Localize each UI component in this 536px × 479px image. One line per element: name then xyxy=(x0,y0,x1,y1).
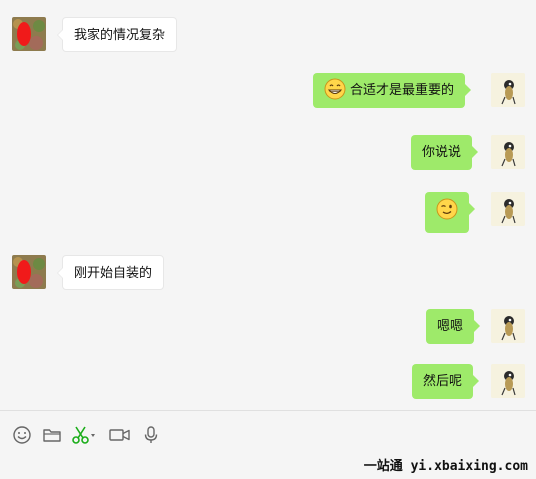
scissors-icon[interactable] xyxy=(70,424,98,446)
input-toolbar xyxy=(0,410,536,458)
self-avatar[interactable] xyxy=(491,135,525,169)
message-bubble-outgoing[interactable]: 嗯嗯 xyxy=(426,309,481,344)
message-bubble-outgoing[interactable]: 然后呢 xyxy=(412,364,480,399)
contact-avatar[interactable] xyxy=(12,17,46,51)
message-bubble-incoming[interactable]: 刚开始自装的 xyxy=(56,255,165,290)
self-avatar[interactable] xyxy=(491,192,525,226)
self-avatar[interactable] xyxy=(491,309,525,343)
message-text: 然后呢 xyxy=(423,374,463,389)
watermark-text: 一站通 yi.xbaixing.com xyxy=(363,459,528,474)
message-bubble-outgoing[interactable]: 合适才是最重要的 xyxy=(313,73,472,108)
self-avatar[interactable] xyxy=(491,73,525,107)
message-text: 你说说 xyxy=(422,145,462,160)
message-text: 嗯嗯 xyxy=(437,319,464,334)
message-text: 我家的情况复杂 xyxy=(74,28,166,43)
microphone-icon[interactable] xyxy=(140,424,162,446)
grinning-face-icon xyxy=(324,78,346,100)
winking-face-icon xyxy=(436,198,458,220)
message-text: 合适才是最重要的 xyxy=(350,83,455,98)
contact-avatar[interactable] xyxy=(12,255,46,289)
message-bubble-outgoing[interactable] xyxy=(425,192,475,233)
message-bubble-incoming[interactable]: 我家的情况复杂 xyxy=(56,17,178,52)
message-bubble-outgoing[interactable]: 你说说 xyxy=(411,135,479,170)
self-avatar[interactable] xyxy=(491,364,525,398)
emoji-icon[interactable] xyxy=(11,424,33,446)
message-text: 刚开始自装的 xyxy=(74,266,153,281)
video-icon[interactable] xyxy=(108,424,132,446)
chat-message-area[interactable]: 我家的情况复杂 合适才是最重要的 你说说 刚开始自装的 嗯嗯 然后呢 xyxy=(0,0,536,410)
folder-icon[interactable] xyxy=(41,424,63,446)
